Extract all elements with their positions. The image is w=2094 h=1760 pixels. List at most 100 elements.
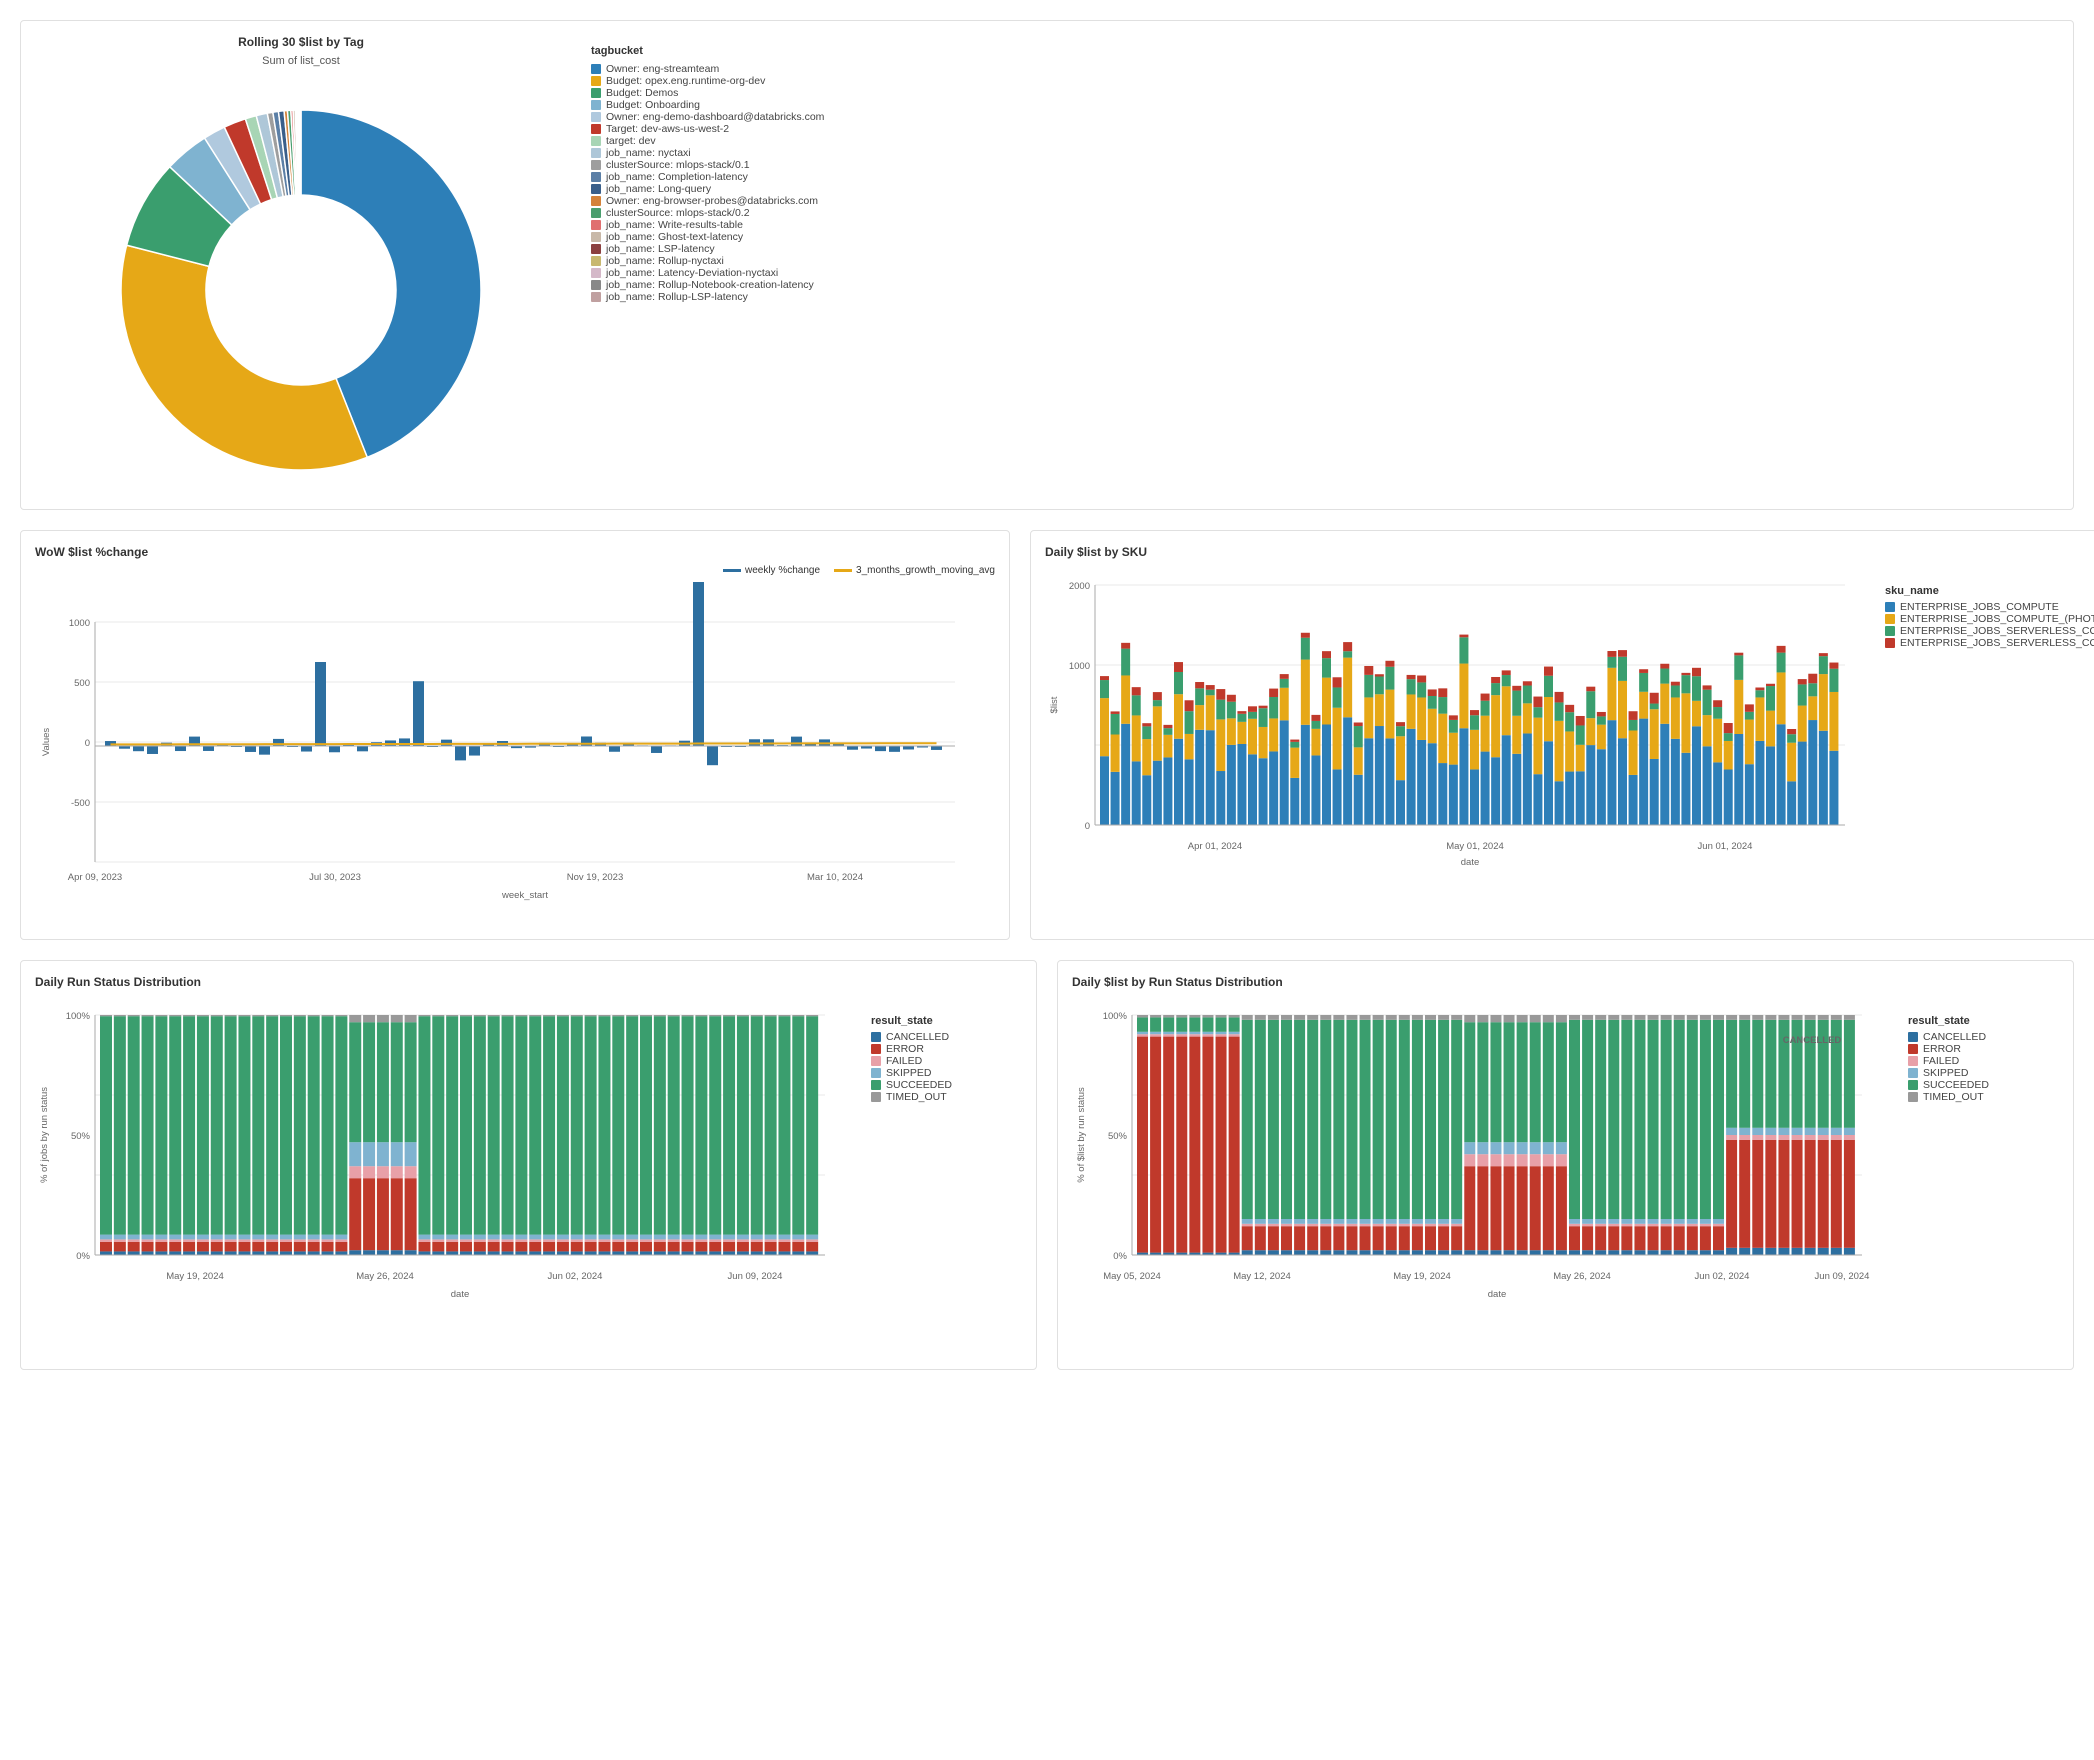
legend-label: Budget: Onboarding	[606, 99, 700, 111]
svg-text:100%: 100%	[1103, 1011, 1128, 1022]
svg-text:Values: Values	[41, 728, 52, 757]
top-legend-item: target: dev	[591, 135, 2053, 147]
legend-label: job_name: Rollup-Notebook-creation-laten…	[606, 279, 814, 291]
top-legend-item: Owner: eng-demo-dashboard@databricks.com	[591, 111, 2053, 123]
legend-color	[591, 244, 601, 254]
list-status-legend-item: CANCELLED	[1908, 1031, 2048, 1043]
sku-legend-item: ENTERPRISE_JOBS_SERVERLESS_COMPUTE_U...	[1885, 637, 2094, 649]
legend-color	[591, 196, 601, 206]
legend-label: Owner: eng-browser-probes@databricks.com	[606, 195, 818, 207]
top-panel: Rolling 30 $list by Tag Sum of list_cost…	[20, 20, 2074, 510]
svg-text:0: 0	[1085, 821, 1090, 832]
svg-text:50%: 50%	[1108, 1131, 1128, 1142]
top-legend-item: clusterSource: mlops-stack/0.1	[591, 159, 2053, 171]
top-legend-item: Budget: Onboarding	[591, 99, 2053, 111]
status-legend-item: CANCELLED	[871, 1031, 1011, 1043]
daily-list-status-chart: 100% 50% 0% % of $list by run status CAN…	[1072, 995, 1892, 1355]
legend-color	[591, 220, 601, 230]
legend-color	[591, 172, 601, 182]
donut-chart	[61, 75, 541, 495]
svg-text:50%: 50%	[71, 1131, 91, 1142]
legend-label: Owner: eng-demo-dashboard@databricks.com	[606, 111, 824, 123]
svg-text:Apr 09, 2023: Apr 09, 2023	[68, 872, 122, 883]
top-legend-item: job_name: nyctaxi	[591, 147, 2053, 159]
legend-color	[591, 88, 601, 98]
legend-color	[591, 64, 601, 74]
legend-color	[591, 124, 601, 134]
legend-label: job_name: Completion-latency	[606, 171, 748, 183]
legend-color	[591, 148, 601, 158]
legend-label: job_name: Latency-Deviation-nyctaxi	[606, 267, 778, 279]
legend-label: Owner: eng-streamteam	[606, 63, 719, 75]
legend-label: clusterSource: mlops-stack/0.2	[606, 207, 750, 219]
legend-color	[591, 76, 601, 86]
legend-label: job_name: Ghost-text-latency	[606, 231, 743, 243]
daily-sku-panel: Daily $list by SKU 2000 1000 0 $list	[1030, 530, 2094, 940]
svg-text:1000: 1000	[69, 618, 90, 629]
status-legend-item: SKIPPED	[871, 1067, 1011, 1079]
daily-list-status-panel: Daily $list by Run Status Distribution 1…	[1057, 960, 2074, 1370]
wow-legend-item-2: 3_months_growth_moving_avg	[834, 565, 995, 576]
daily-sku-legend: sku_name ENTERPRISE_JOBS_COMPUTE ENTERPR…	[1885, 565, 2094, 649]
status-legend-item: TIMED_OUT	[871, 1091, 1011, 1103]
status-legend-title: result_state	[871, 1015, 1011, 1027]
svg-text:500: 500	[74, 678, 90, 689]
top-legend: tagbucket Owner: eng-streamteam Budget: …	[591, 35, 2053, 303]
top-legend-item: job_name: Long-query	[591, 183, 2053, 195]
svg-text:date: date	[1461, 857, 1480, 868]
svg-text:May 19, 2024: May 19, 2024	[166, 1271, 224, 1282]
list-status-legend-item: SKIPPED	[1908, 1067, 2048, 1079]
legend-label: job_name: Write-results-table	[606, 219, 743, 231]
wow-legend-label-2: 3_months_growth_moving_avg	[856, 565, 995, 576]
list-status-legend-item: TIMED_OUT	[1908, 1091, 2048, 1103]
svg-text:date: date	[451, 1289, 470, 1300]
top-legend-item: Budget: Demos	[591, 87, 2053, 99]
svg-text:-500: -500	[71, 798, 90, 809]
top-legend-item: job_name: Ghost-text-latency	[591, 231, 2053, 243]
top-title: Rolling 30 $list by Tag	[238, 35, 364, 49]
svg-text:Jun 02, 2024: Jun 02, 2024	[548, 1271, 603, 1282]
top-legend-item: clusterSource: mlops-stack/0.2	[591, 207, 2053, 219]
list-status-legend-item: FAILED	[1908, 1055, 2048, 1067]
daily-status-legend: result_state CANCELLED ERROR FAILED SKIP…	[871, 995, 1011, 1103]
legend-label: job_name: nyctaxi	[606, 147, 691, 159]
svg-text:$list: $list	[1049, 696, 1060, 713]
daily-status-title: Daily Run Status Distribution	[35, 975, 1022, 989]
legend-color	[591, 160, 601, 170]
wow-chart-svg: 1000 500 0 -500 Values Apr 09, 2023 Jul …	[35, 582, 995, 902]
daily-sku-chart: 2000 1000 0 $list Apr 01, 2024 May 01, 2…	[1045, 565, 1865, 925]
svg-text:May 19, 2024: May 19, 2024	[1393, 1271, 1451, 1282]
legend-label: job_name: Long-query	[606, 183, 711, 195]
daily-list-status-title: Daily $list by Run Status Distribution	[1072, 975, 2059, 989]
sku-legend-item: ENTERPRISE_JOBS_COMPUTE_(PHOTON)	[1885, 613, 2094, 625]
svg-text:% of $list by run status: % of $list by run status	[1076, 1087, 1087, 1183]
bottom-row: Daily Run Status Distribution 100% 50% 0…	[20, 960, 2074, 1370]
wow-legend-item-1: weekly %change	[723, 565, 820, 576]
status-legend-item: SUCCEEDED	[871, 1079, 1011, 1091]
top-legend-item: job_name: Rollup-LSP-latency	[591, 291, 2053, 303]
svg-text:0%: 0%	[1113, 1251, 1127, 1262]
legend-color	[591, 256, 601, 266]
top-legend-item: job_name: Latency-Deviation-nyctaxi	[591, 267, 2053, 279]
top-legend-item: Target: dev-aws-us-west-2	[591, 123, 2053, 135]
svg-text:week_start: week_start	[501, 890, 548, 901]
legend-color	[591, 112, 601, 122]
svg-text:1000: 1000	[1069, 661, 1090, 672]
svg-text:2000: 2000	[1069, 581, 1090, 592]
wow-legend: weekly %change 3_months_growth_moving_av…	[35, 565, 995, 576]
legend-color	[591, 100, 601, 110]
legend-label: Target: dev-aws-us-west-2	[606, 123, 729, 135]
legend-color	[591, 136, 601, 146]
svg-text:Jun 09, 2024: Jun 09, 2024	[728, 1271, 783, 1282]
svg-text:0%: 0%	[76, 1251, 90, 1262]
legend-color	[591, 292, 601, 302]
cancelled-label: CANCELLED	[1783, 1035, 1842, 1046]
svg-text:Apr 01, 2024: Apr 01, 2024	[1188, 841, 1242, 852]
donut-subtitle: Sum of list_cost	[262, 55, 340, 67]
svg-text:Jun 02, 2024: Jun 02, 2024	[1695, 1271, 1750, 1282]
svg-text:Jul 30, 2023: Jul 30, 2023	[309, 872, 361, 883]
wow-panel: WoW $list %change weekly %change 3_month…	[20, 530, 1010, 940]
mid-row: WoW $list %change weekly %change 3_month…	[20, 530, 2074, 940]
legend-label: Budget: Demos	[606, 87, 678, 99]
legend-color	[591, 184, 601, 194]
